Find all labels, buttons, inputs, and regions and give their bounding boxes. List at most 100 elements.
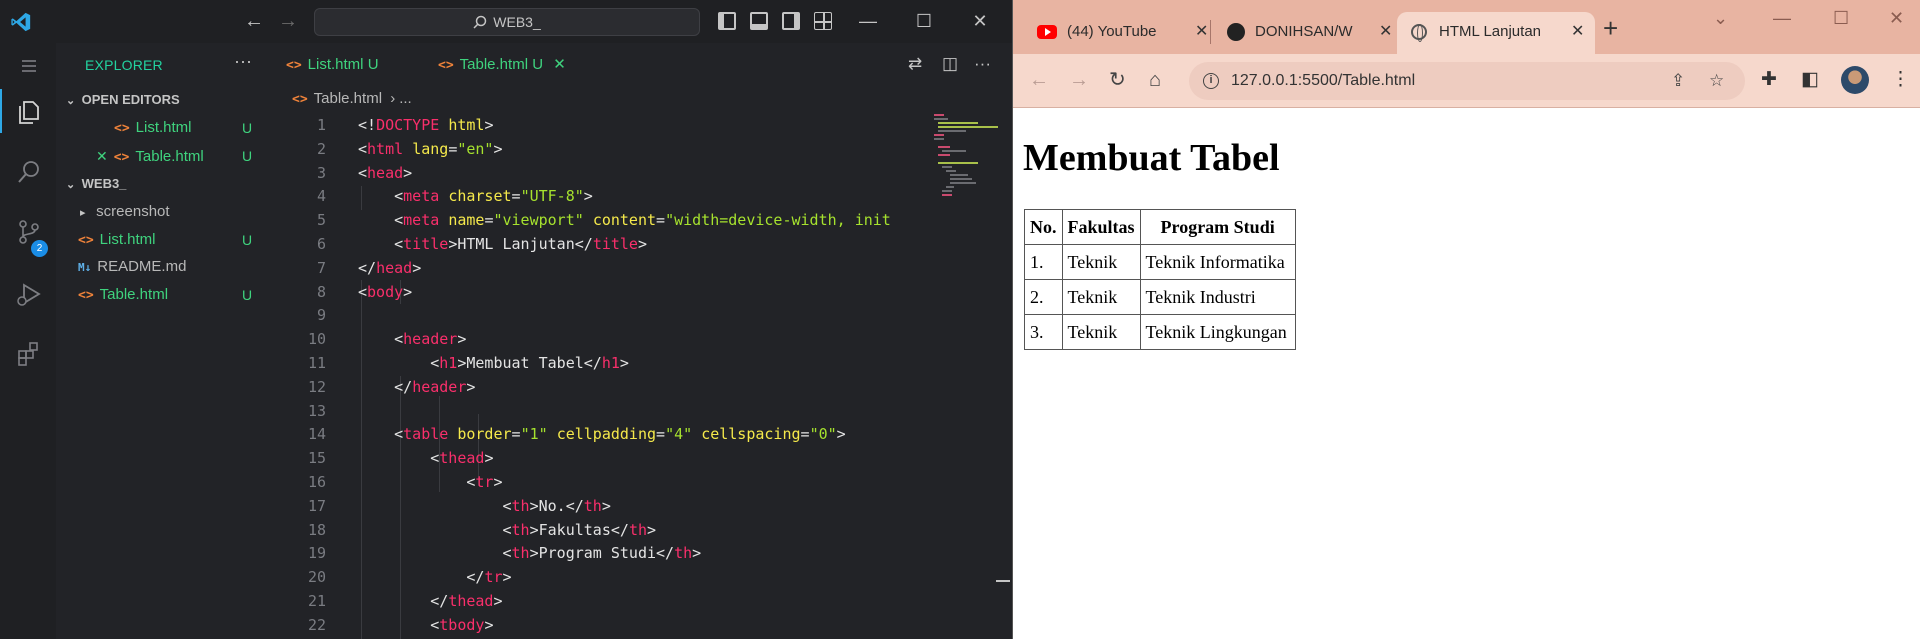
minimap[interactable] (930, 112, 998, 202)
minimize-icon[interactable]: — (854, 8, 882, 34)
explorer-sidebar: EXPLORER ··· ⌄ OPEN EDITORS <> List.html … (56, 43, 266, 639)
close-icon[interactable]: ✕ (966, 8, 994, 34)
code-line: 11 <h1>Membuat Tabel</h1> (307, 354, 629, 372)
customize-layout-icon[interactable] (814, 12, 832, 30)
menu-icon[interactable] (14, 51, 44, 81)
code-line: 20 </tr> (307, 568, 512, 587)
open-editor-item[interactable]: <> List.html U (56, 115, 266, 141)
chrome-menu-icon[interactable]: ⋮ (1891, 68, 1910, 91)
code-line: 9 (316, 306, 326, 325)
close-tab-icon[interactable]: ✕ (1379, 12, 1392, 52)
tab-list-html[interactable]: <> List.html U (286, 43, 379, 87)
reload-icon[interactable]: ↻ (1109, 66, 1126, 94)
vscode-titlebar: ← → WEB3_ — ☐ ✕ (0, 0, 1012, 43)
scrollbar-marker[interactable] (996, 580, 1010, 582)
profile-avatar[interactable] (1841, 66, 1869, 94)
address-bar[interactable]: i 127.0.0.1:5500/Table.html ⇪ ☆ (1189, 62, 1745, 100)
extensions-puzzle-icon[interactable]: ✚ (1761, 68, 1777, 91)
code-line: 21 </thead> (307, 592, 503, 610)
close-editor-icon[interactable]: ✕ (96, 148, 108, 164)
html-file-icon: <> (78, 233, 94, 248)
browser-tab-active[interactable]: HTML Lanjutan ✕ (1397, 12, 1595, 54)
table-cell: Teknik (1061, 279, 1141, 315)
forward-arrow-icon[interactable]: → (1069, 66, 1089, 94)
tree-item-file[interactable]: <> Table.html U (56, 282, 266, 308)
table-cell: Teknik Lingkungan (1139, 314, 1296, 350)
site-info-icon[interactable]: i (1203, 73, 1219, 89)
untracked-badge: U (242, 287, 253, 303)
explorer-files-icon[interactable] (14, 97, 44, 127)
table-cell: Teknik (1061, 244, 1141, 280)
code-line: 3 <head> (316, 163, 413, 182)
back-arrow-icon[interactable]: ← (1029, 66, 1049, 94)
chevron-right-icon: ▸ (80, 207, 86, 219)
breadcrumb[interactable]: <> Table.html ›... (292, 90, 412, 107)
back-arrow-icon[interactable]: ← (244, 10, 264, 32)
breadcrumb-rest: ... (399, 90, 412, 107)
tab-table-html[interactable]: <> Table.html U ✕ (438, 43, 566, 87)
html-file-icon: <> (113, 150, 130, 165)
side-panel-icon[interactable]: ◧ (1801, 68, 1819, 91)
share-icon[interactable]: ⇪ (1671, 71, 1685, 91)
code-line: 4 <meta charset="UTF-8"> (316, 187, 593, 206)
maximize-icon[interactable]: ☐ (910, 8, 938, 34)
toggle-panel-icon[interactable] (750, 12, 768, 30)
tab-label: List.html (307, 56, 364, 73)
breadcrumb-separator-icon: › (390, 90, 396, 107)
workspace-section[interactable]: ⌄ WEB3_ (56, 171, 266, 197)
maximize-icon[interactable]: ☐ (1833, 8, 1849, 29)
new-tab-plus-icon[interactable]: + (1603, 14, 1618, 42)
forward-arrow-icon[interactable]: → (278, 10, 298, 32)
tab-divider (1210, 20, 1211, 44)
table-row: 3. Teknik Teknik Lingkungan (1024, 314, 1296, 350)
tab-close-icon[interactable]: ✕ (553, 56, 566, 73)
table-header-cell: Program Studi (1139, 209, 1296, 245)
open-editors-label: OPEN EDITORS (81, 92, 180, 107)
close-icon[interactable]: ✕ (1889, 8, 1904, 29)
chrome-tab-strip: (44) YouTube ✕ DONIHSAN/W ✕ HTML Lanjuta… (1013, 0, 1920, 54)
vscode-logo-icon (11, 12, 31, 32)
code-line: 12 </header> (307, 377, 476, 396)
toggle-secondary-sidebar-icon[interactable] (782, 12, 800, 30)
close-tab-icon[interactable]: ✕ (1571, 12, 1584, 52)
command-center-search[interactable]: WEB3_ (314, 8, 700, 36)
tree-item-folder[interactable]: ▸ screenshot (56, 199, 266, 225)
file-name: README.md (97, 258, 187, 275)
open-editors-section[interactable]: ⌄ OPEN EDITORS (56, 87, 266, 113)
workspace-label: WEB3_ (81, 176, 127, 191)
run-debug-icon[interactable] (14, 279, 44, 309)
github-icon (1227, 23, 1245, 41)
minimize-icon[interactable]: — (1773, 8, 1791, 29)
code-line: 17 <th>No.</th> (307, 496, 611, 515)
table-row: 1. Teknik Teknik Informatika (1024, 244, 1296, 280)
table-cell: Teknik Industri (1139, 279, 1296, 315)
toggle-sidebar-icon[interactable] (718, 12, 736, 30)
code-line: 6 <title>HTML Lanjutan</title> (316, 235, 647, 253)
table-header-cell: Fakultas (1061, 209, 1141, 245)
more-actions-icon[interactable]: ··· (974, 54, 991, 74)
more-actions-icon[interactable]: ··· (234, 51, 252, 72)
browser-tab-youtube[interactable]: (44) YouTube ✕ (1025, 12, 1215, 54)
search-panel-icon[interactable] (14, 157, 44, 187)
close-tab-icon[interactable]: ✕ (1195, 12, 1208, 52)
split-editor-icon[interactable]: ◫ (942, 54, 958, 74)
tree-item-file[interactable]: <> List.html U (56, 227, 266, 253)
vscode-window: ← → WEB3_ — ☐ ✕ 2 EXPLORER ··· ⌄ OPEN ED… (0, 0, 1012, 639)
home-icon[interactable]: ⌂ (1149, 66, 1161, 94)
compare-changes-icon[interactable]: ⇄ (908, 54, 922, 74)
url-text: 127.0.0.1:5500/Table.html (1231, 72, 1416, 89)
search-icon (473, 15, 487, 29)
code-line: 8 <body> (316, 282, 413, 301)
code-editor[interactable]: 1 <!DOCTYPE html> 2 <html lang="en"> 3 <hea… (266, 114, 1012, 639)
activity-bar: 2 (0, 43, 56, 639)
extensions-icon[interactable] (14, 339, 44, 369)
bookmark-star-icon[interactable]: ☆ (1709, 71, 1724, 91)
youtube-icon (1037, 25, 1057, 39)
tab-status: U (367, 56, 379, 73)
open-editor-item[interactable]: ✕ <> Table.html U (56, 143, 266, 169)
code-line: 15 <thead> (307, 449, 494, 468)
tree-item-file[interactable]: M↓ README.md (56, 254, 266, 280)
tab-search-chevron-icon[interactable]: ⌄ (1713, 8, 1728, 29)
chevron-down-icon: ⌄ (66, 179, 76, 191)
browser-tab-github[interactable]: DONIHSAN/W ✕ (1217, 12, 1407, 54)
